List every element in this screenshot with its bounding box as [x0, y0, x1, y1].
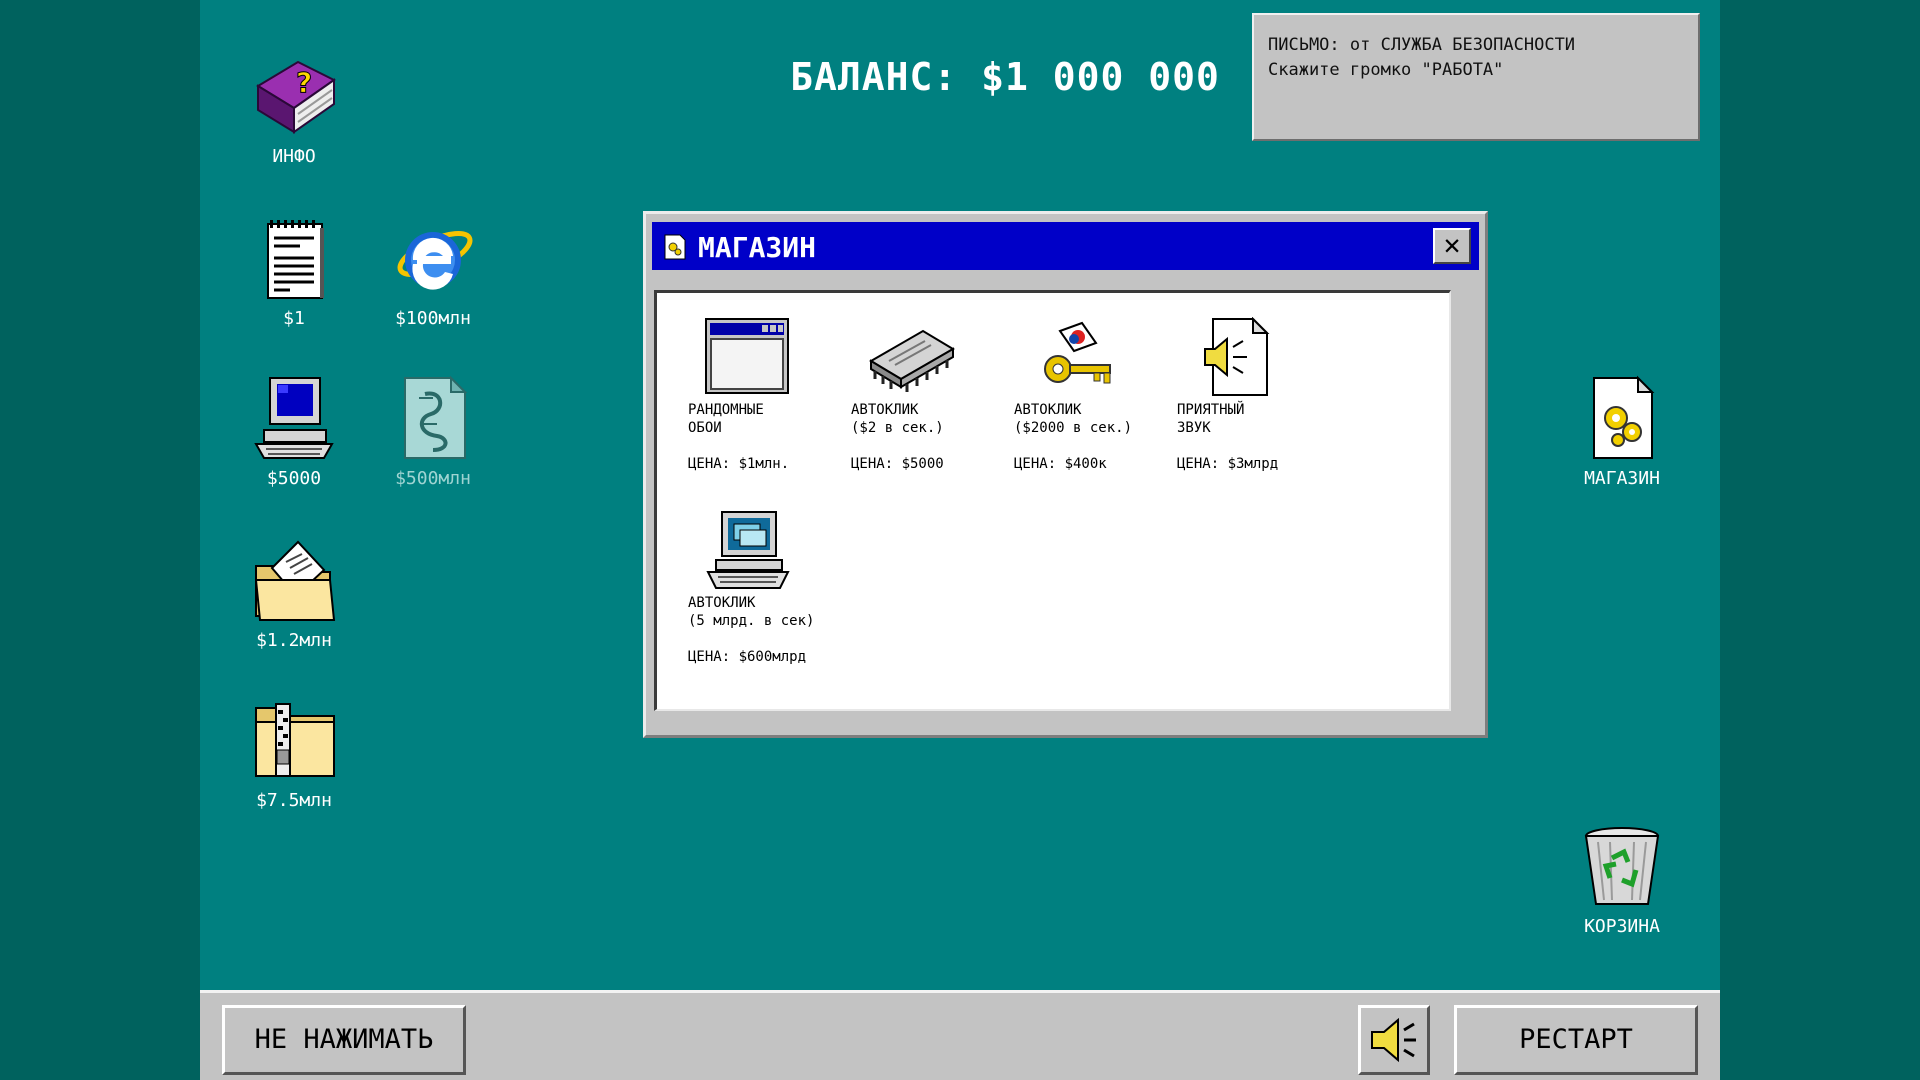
mail-notification[interactable]: ПИСЬМО: от СЛУЖБА БЕЗОПАСНОСТИ Скажите г… — [1252, 13, 1700, 141]
shop-item-autoclick-2000[interactable]: АВТОКЛИК ($2000 в сек.) ЦЕНА: $400к — [1014, 317, 1174, 473]
window-icon — [705, 318, 789, 394]
desktop-icon-folder-docs-label: $1.2млн — [256, 630, 332, 651]
mail-line-message: Скажите громко "РАБОТА" — [1268, 60, 1504, 80]
desktop-icon-folder-zip-label: $7.5млн — [256, 790, 332, 811]
internet-explorer-icon — [397, 231, 473, 290]
desktop-icon-script-label: $500млн — [395, 468, 471, 489]
mail-line-sender: ПИСЬМО: от СЛУЖБА БЕЗОПАСНОСТИ — [1268, 35, 1576, 55]
shop-window-title: МАГАЗИН — [698, 231, 817, 264]
gear-file-icon — [1593, 375, 1655, 459]
shop-item-random-wallpaper[interactable]: РАНДОМНЫЕ ОБОИ ЦЕНА: $1млн. — [688, 317, 848, 473]
sound-file-icon — [1204, 317, 1270, 396]
desktop-icon-trash-label: КОРЗИНА — [1584, 916, 1660, 937]
desktop-icon-folder-docs[interactable]: $1.2млн — [224, 536, 364, 651]
desktop-icon-shop[interactable]: МАГАЗИН — [1552, 374, 1692, 489]
restart-button-label: РЕСТАРТ — [1519, 1024, 1633, 1055]
desktop-icon-internet-explorer-label: $100млн — [395, 308, 471, 329]
taskbar: НЕ НАЖИМАТЬ РЕСТАРТ — [200, 990, 1720, 1080]
shop-item-name: АВТОКЛИК ($2 в сек.) — [851, 402, 944, 436]
desktop-icon-computer-label: $5000 — [266, 468, 322, 489]
shop-item-price: ЦЕНА: $3млрд — [1177, 456, 1279, 472]
dont-press-button[interactable]: НЕ НАЖИМАТЬ — [222, 1005, 466, 1075]
desktop-icon-computer[interactable]: $5000 — [224, 374, 364, 489]
shop-item-price: ЦЕНА: $1млн. — [688, 456, 790, 472]
desktop-icon-internet-explorer[interactable]: $100млн — [363, 214, 503, 329]
shop-item-price: ЦЕНА: $5000 — [851, 456, 944, 472]
speaker-icon — [1371, 1017, 1416, 1063]
recycle-bin-icon — [1584, 827, 1660, 905]
key-icon — [1044, 321, 1111, 384]
sound-button[interactable] — [1358, 1005, 1430, 1075]
shop-item-name: АВТОКЛИК (5 млрд. в сек) — [688, 595, 815, 629]
shop-items-panel: РАНДОМНЫЕ ОБОИ ЦЕНА: $1млн. АВТОКЛИК ($2… — [654, 290, 1451, 711]
shop-window: МАГАЗИН ✕ РАНДОМНЫЕ ОБОИ ЦЕНА: $1млн. АВ… — [643, 211, 1488, 738]
zip-folder-icon — [255, 703, 335, 777]
shop-item-name: ПРИЯТНЫЙ ЗВУК — [1177, 402, 1245, 436]
dont-press-button-label: НЕ НАЖИМАТЬ — [254, 1024, 434, 1055]
desktop-icon-trash[interactable]: КОРЗИНА — [1552, 822, 1692, 937]
close-button[interactable]: ✕ — [1433, 228, 1471, 264]
gear-file-icon — [664, 234, 686, 260]
shop-item-autoclick-5bn[interactable]: АВТОКЛИК (5 млрд. в сек) ЦЕНА: $600млрд — [688, 510, 848, 666]
script-document-icon — [404, 375, 468, 459]
svg-text:?: ? — [296, 66, 312, 99]
desktop-icon-notepad[interactable]: $1 — [224, 214, 364, 329]
computer-icon — [254, 377, 334, 459]
shop-item-pleasant-sound[interactable]: ПРИЯТНЫЙ ЗВУК ЦЕНА: $3млрд — [1177, 317, 1337, 473]
open-folder-icon — [254, 540, 336, 621]
close-icon: ✕ — [1443, 228, 1461, 261]
desktop: БАЛАНС: $1 000 000 ПИСЬМО: от СЛУЖБА БЕЗ… — [200, 0, 1720, 1080]
computer-icon — [706, 511, 790, 589]
desktop-icon-info[interactable]: ? ИНФО — [224, 52, 364, 167]
notepad-icon — [267, 220, 324, 299]
desktop-icon-info-label: ИНФО — [272, 146, 316, 167]
shop-item-price: ЦЕНА: $400к — [1014, 456, 1107, 472]
shop-item-name: АВТОКЛИК ($2000 в сек.) — [1014, 402, 1133, 436]
shop-window-titlebar[interactable]: МАГАЗИН ✕ — [652, 222, 1479, 270]
chip-icon — [869, 329, 955, 392]
desktop-icon-folder-zip[interactable]: $7.5млн — [224, 696, 364, 811]
shop-item-price: ЦЕНА: $600млрд — [688, 649, 807, 665]
balance-display: БАЛАНС: $1 000 000 — [790, 55, 1220, 99]
restart-button[interactable]: РЕСТАРТ — [1454, 1005, 1698, 1075]
desktop-icon-notepad-label: $1 — [283, 308, 305, 329]
desktop-icon-shop-label: МАГАЗИН — [1584, 468, 1660, 489]
desktop-icon-script[interactable]: $500млн — [363, 374, 503, 489]
shop-item-name: РАНДОМНЫЕ ОБОИ — [688, 402, 764, 436]
shop-item-autoclick-2[interactable]: АВТОКЛИК ($2 в сек.) ЦЕНА: $5000 — [851, 317, 1011, 473]
help-book-icon: ? — [256, 60, 336, 134]
